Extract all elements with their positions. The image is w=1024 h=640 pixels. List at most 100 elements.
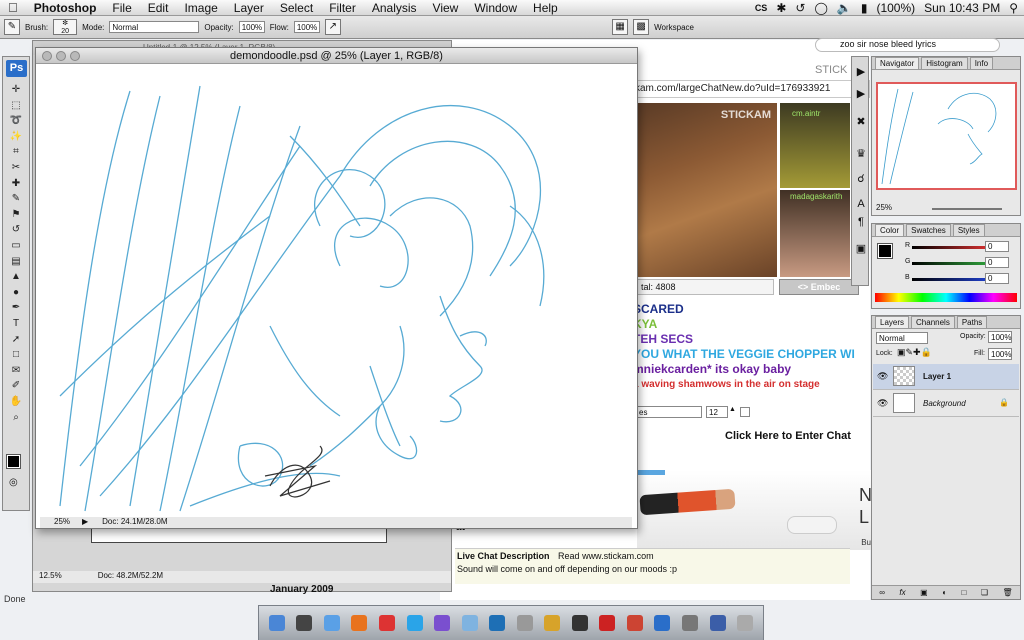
trash-dock-icon[interactable] — [737, 615, 754, 631]
clock[interactable]: Sun 10:43 PM — [924, 1, 1000, 15]
zoom-level[interactable]: 25% — [40, 517, 76, 528]
new-layer-icon[interactable]: ❏ — [981, 588, 988, 597]
layer-row-1[interactable]: 👁 Layer 1 — [873, 364, 1019, 390]
brush-tool-icon[interactable]: ✎ — [7, 192, 25, 206]
embed-button[interactable]: <> Embec — [779, 279, 859, 295]
address-bar[interactable]: kam.com/largeChatNew.do?uId=176933921 — [630, 80, 870, 98]
eraser-tool-icon[interactable]: ▭ — [7, 239, 25, 253]
tool-presets-icon[interactable]: ♛ — [854, 147, 868, 161]
bridge-icon[interactable]: ▩ — [633, 19, 650, 35]
lasso-tool-icon[interactable]: ➰ — [7, 114, 25, 128]
apple-menu-icon[interactable]:  — [0, 0, 26, 15]
type-tool-icon[interactable]: T — [7, 317, 25, 331]
status-menu-icon[interactable]: ▶ — [82, 517, 88, 528]
webcam-video-1[interactable]: cm.aintr — [780, 103, 850, 188]
menu-edit[interactable]: Edit — [140, 1, 177, 15]
healing-tool-icon[interactable]: ✚ — [7, 177, 25, 191]
system-prefs-dock-icon[interactable] — [681, 615, 698, 631]
tab-channels[interactable]: Channels — [911, 316, 955, 328]
battery-percent[interactable]: (100%) — [876, 1, 915, 15]
menu-file[interactable]: File — [104, 1, 139, 15]
webcam-video-2[interactable]: madagaskarith — [780, 190, 850, 277]
document-window[interactable]: demondoodle.psd @ 25% (Layer 1, RGB/8) 2… — [35, 47, 638, 529]
notes-tool-icon[interactable]: ✉ — [7, 364, 25, 378]
safari-dock-icon[interactable] — [323, 615, 340, 631]
skype-dock-icon[interactable] — [406, 615, 423, 631]
tab-paths[interactable]: Paths — [956, 316, 988, 328]
layer-comps-icon[interactable]: ▣ — [854, 242, 868, 256]
nav-zoom-value[interactable]: 25% — [876, 203, 892, 212]
blue-value[interactable]: 0 — [985, 273, 1009, 284]
nav-zoom-slider[interactable] — [932, 208, 1002, 210]
wifi-icon[interactable]: ◯ — [814, 1, 827, 15]
tab-swatches[interactable]: Swatches — [906, 224, 951, 236]
move-tool-icon[interactable]: ✛ — [7, 83, 25, 97]
quick-mask-icon[interactable]: ◎ — [9, 477, 18, 488]
photoshop-dock-icon[interactable] — [654, 615, 671, 631]
red-slider[interactable] — [912, 246, 987, 249]
layer-row-2[interactable]: 👁 Background 🔒 — [873, 391, 1019, 417]
battery-icon[interactable]: ▮ — [861, 1, 868, 15]
history-icon[interactable]: ▶ — [854, 87, 868, 101]
bluetooth-icon[interactable]: ✱ — [776, 1, 786, 15]
group-icon[interactable]: □ — [962, 588, 967, 597]
path-select-tool-icon[interactable]: ➚ — [7, 333, 25, 347]
fill-field[interactable]: 100% — [988, 348, 1012, 360]
paragraph-icon[interactable]: ¶ — [854, 215, 868, 229]
stamp-tool-icon[interactable]: ⚑ — [7, 208, 25, 222]
shape-tool-icon[interactable]: □ — [7, 348, 25, 362]
play-actions-icon[interactable]: ▶ — [854, 65, 868, 79]
cs4-dock-icon[interactable] — [626, 615, 643, 631]
dashboard-dock-icon[interactable] — [296, 615, 313, 631]
brush-picker[interactable]: ✼ 20 — [53, 19, 78, 35]
crop-tool-icon[interactable]: ⌗ — [7, 145, 25, 159]
menu-layer[interactable]: Layer — [226, 1, 272, 15]
close-button[interactable] — [42, 51, 52, 61]
layer-name[interactable]: Layer 1 — [923, 372, 951, 381]
minimize-button[interactable] — [56, 51, 66, 61]
tab-layers[interactable]: Layers — [875, 316, 910, 328]
canvas[interactable] — [40, 66, 632, 516]
color-spectrum[interactable] — [875, 293, 1017, 302]
red-value[interactable]: 0 — [985, 241, 1009, 252]
enter-chat-link[interactable]: Click Here to Enter Chat — [725, 430, 851, 442]
tab-histogram[interactable]: Histogram — [921, 57, 968, 69]
slice-tool-icon[interactable]: ✂ — [7, 161, 25, 175]
blend-mode-select[interactable]: Normal — [876, 332, 928, 344]
adjustment-icon[interactable]: ◐ — [942, 588, 947, 597]
search-box[interactable]: zoo sir nose bleed lyrics — [815, 38, 1000, 52]
cs-badge[interactable]: CS — [755, 3, 768, 13]
volume-icon[interactable]: 🔈 — [837, 1, 852, 15]
app-menu[interactable]: Photoshop — [26, 1, 105, 15]
character-icon[interactable]: A — [854, 197, 868, 211]
sync-icon[interactable]: ↺ — [795, 1, 805, 15]
menu-view[interactable]: View — [425, 1, 467, 15]
ad-banner[interactable]: N L Bu — [637, 470, 873, 550]
airbrush-toggle[interactable]: ↗ — [324, 19, 341, 35]
dodge-tool-icon[interactable]: ● — [7, 286, 25, 300]
flow-field[interactable]: 100% — [293, 21, 320, 33]
opacity-field[interactable]: 100% — [238, 21, 265, 33]
gradient-tool-icon[interactable]: ▤ — [7, 255, 25, 269]
menu-help[interactable]: Help — [525, 1, 566, 15]
mask-icon[interactable]: ▣ — [920, 588, 928, 597]
pen-tool-icon[interactable]: ✒ — [7, 301, 25, 315]
hand-tool-icon[interactable]: ✋ — [7, 395, 25, 409]
marquee-tool-icon[interactable]: ⬚ — [7, 99, 25, 113]
preview-dock-icon[interactable] — [544, 615, 561, 631]
font-size-stepper[interactable]: ▲ — [729, 406, 736, 413]
layer-opacity-field[interactable]: 100% — [988, 331, 1012, 343]
menu-analysis[interactable]: Analysis — [364, 1, 425, 15]
network-dock-icon[interactable] — [516, 615, 533, 631]
delete-layer-icon[interactable]: 🗑 — [1003, 588, 1013, 597]
mail-dock-icon[interactable] — [461, 615, 478, 631]
lock-icons[interactable]: ▣✎✚🔒 — [897, 347, 932, 358]
zoom-button[interactable] — [70, 51, 80, 61]
foreground-swatch[interactable] — [877, 243, 893, 259]
cisco-dock-icon[interactable] — [489, 615, 506, 631]
acrobat-dock-icon[interactable] — [599, 615, 616, 631]
menu-image[interactable]: Image — [176, 1, 225, 15]
visibility-eye-icon[interactable]: 👁 — [877, 398, 888, 409]
link-layers-icon[interactable]: ∞ — [879, 588, 885, 597]
navigator-thumbnail[interactable] — [876, 82, 1017, 190]
